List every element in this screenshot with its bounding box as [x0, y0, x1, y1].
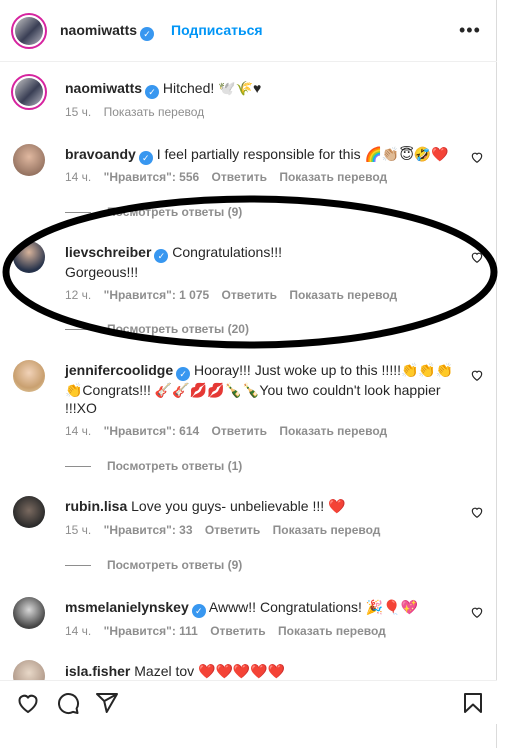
reply-button[interactable]: Ответить	[212, 170, 267, 184]
comment-username[interactable]: msmelanielynskey	[65, 599, 189, 615]
post-header: naomiwatts ✓ Подписаться •••	[0, 0, 497, 62]
comment-message: Hooray!!! Just woke up to this !!!!!👏👏👏	[194, 362, 454, 378]
heart-icon[interactable]	[470, 150, 484, 164]
comment-text: lievschreiber ✓ Congratulations!!! Gorgeo…	[65, 243, 465, 281]
caption-message: Hitched! 🕊️🌾♥	[162, 80, 262, 96]
comment-username[interactable]: rubin.lisa	[65, 498, 127, 514]
view-replies-label: Посмотреть ответы (20)	[107, 322, 249, 336]
heart-icon[interactable]	[16, 691, 40, 715]
likes-count[interactable]: "Нравится": 111	[104, 624, 198, 638]
translate-button[interactable]: Показать перевод	[289, 288, 397, 302]
bookmark-icon[interactable]	[461, 691, 485, 715]
comment-message: I feel partially responsible for this 🌈👏…	[156, 146, 449, 162]
comment-time[interactable]: 15 ч.	[65, 523, 91, 537]
caption-meta: 15 ч. Показать перевод	[65, 105, 213, 119]
comment-message: Mazel tov ❤️❤️❤️❤️❤️	[134, 663, 286, 679]
heart-icon[interactable]	[470, 505, 484, 519]
likes-count[interactable]: "Нравится": 1 075	[104, 288, 210, 302]
comment-meta: 15 ч. "Нравится": 33 Ответить Показать п…	[65, 523, 389, 537]
translate-button[interactable]: Показать перевод	[279, 424, 387, 438]
avatar[interactable]	[13, 144, 45, 176]
verified-icon: ✓	[138, 151, 153, 165]
verified-icon: ✓	[145, 85, 160, 99]
header-username[interactable]: naomiwatts	[60, 22, 137, 38]
avatar[interactable]	[11, 13, 47, 49]
comment-username[interactable]: jennifercoolidge	[65, 362, 173, 378]
avatar[interactable]	[13, 660, 45, 680]
avatar[interactable]	[13, 241, 45, 273]
comment-message: Love you guys- unbelievable !!! ❤️	[131, 498, 346, 514]
follow-button[interactable]: Подписаться	[171, 22, 263, 38]
likes-count[interactable]: "Нравится": 33	[104, 523, 193, 537]
comment-message-line: !!!XO	[65, 400, 97, 416]
comment-message: Congratulations!!!	[172, 244, 283, 260]
comment-time[interactable]: 14 ч.	[65, 170, 91, 184]
caption-username[interactable]: naomiwatts	[65, 80, 142, 96]
post-panel: naomiwatts ✓ Подписаться ••• naomiwatts ✓ …	[0, 0, 497, 748]
view-replies-button[interactable]: Посмотреть ответы (20)	[65, 322, 249, 336]
comment-meta: 12 ч. "Нравится": 1 075 Ответить Показат…	[65, 288, 406, 302]
verified-icon: ✓	[191, 604, 206, 618]
caption-text: naomiwatts ✓ Hitched! 🕊️🌾♥	[65, 79, 465, 99]
comment-time[interactable]: 14 ч.	[65, 424, 91, 438]
verified-icon: ✓	[140, 27, 155, 41]
comment-message-line: Gorgeous!!!	[65, 264, 139, 280]
view-replies-button[interactable]: Посмотреть ответы (9)	[65, 205, 242, 219]
verified-icon: ✓	[176, 367, 191, 381]
comment-time[interactable]: 15 ч.	[65, 105, 91, 119]
comment-meta: 14 ч. "Нравится": 111 Ответить Показать …	[65, 624, 395, 638]
avatar[interactable]	[13, 496, 45, 528]
comment-text: isla.fisher Mazel tov ❤️❤️❤️❤️❤️	[65, 662, 465, 680]
reply-button[interactable]: Ответить	[222, 288, 277, 302]
comment-text: jennifercoolidge ✓ Hooray!!! Just woke up…	[65, 361, 460, 417]
view-replies-button[interactable]: Посмотреть ответы (1)	[65, 459, 242, 473]
view-replies-label: Посмотреть ответы (1)	[107, 459, 243, 473]
reply-button[interactable]: Ответить	[205, 523, 260, 537]
verified-icon: ✓	[154, 249, 169, 263]
avatar[interactable]	[11, 74, 47, 110]
comment-time[interactable]: 14 ч.	[65, 624, 91, 638]
more-icon[interactable]: •••	[459, 20, 481, 41]
translate-button[interactable]: Показать перевод	[273, 523, 381, 537]
comment-text: rubin.lisa Love you guys- unbelievable !…	[65, 497, 465, 515]
translate-button[interactable]: Показать перевод	[104, 105, 205, 119]
reply-button[interactable]: Ответить	[212, 424, 267, 438]
reply-button[interactable]: Ответить	[210, 624, 265, 638]
likes-count[interactable]: "Нравится": 556	[104, 170, 200, 184]
heart-icon[interactable]	[470, 250, 484, 264]
comment-meta: 14 ч. "Нравится": 556 Ответить Показать …	[65, 170, 396, 184]
avatar[interactable]	[13, 360, 45, 392]
likes-count[interactable]: "Нравится": 614	[104, 424, 200, 438]
comment-time[interactable]: 12 ч.	[65, 288, 91, 302]
header-user: naomiwatts ✓	[60, 22, 155, 41]
share-icon[interactable]	[95, 691, 119, 715]
view-replies-label: Посмотреть ответы (9)	[107, 558, 243, 572]
comment-username[interactable]: lievschreiber	[65, 244, 151, 260]
comment-message-line: 👏Congrats!!! 🎸🎸💋💋🍾🍾You two couldn't look…	[65, 382, 441, 398]
comment-username[interactable]: isla.fisher	[65, 663, 130, 679]
translate-button[interactable]: Показать перевод	[278, 624, 386, 638]
comment-meta: 14 ч. "Нравится": 614 Ответить Показать …	[65, 424, 396, 438]
comment-text: bravoandy ✓ I feel partially responsible …	[65, 145, 465, 165]
view-replies-label: Посмотреть ответы (9)	[107, 205, 243, 219]
translate-button[interactable]: Показать перевод	[279, 170, 387, 184]
comment-message: Awww!! Congratulations! 🎉🎈💖	[208, 599, 419, 615]
view-replies-button[interactable]: Посмотреть ответы (9)	[65, 558, 242, 572]
heart-icon[interactable]	[470, 368, 484, 382]
avatar[interactable]	[13, 597, 45, 629]
action-bar	[0, 680, 497, 724]
heart-icon[interactable]	[470, 605, 484, 619]
comment-icon[interactable]	[56, 691, 80, 715]
comment-username[interactable]: bravoandy	[65, 146, 136, 162]
comment-text: msmelanielynskey ✓ Awww!! Congratulations…	[65, 598, 465, 618]
comment-item: isla.fisher Mazel tov ❤️❤️❤️❤️❤️	[0, 660, 497, 680]
